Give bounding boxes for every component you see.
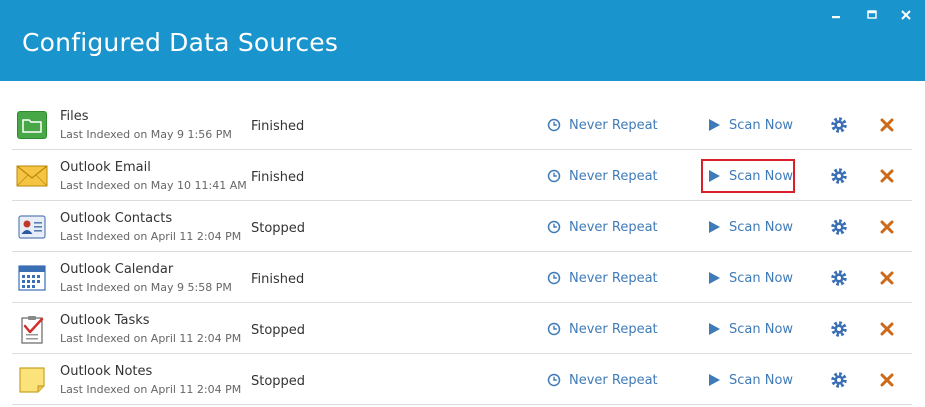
play-icon <box>709 119 720 131</box>
repeat-label: Never Repeat <box>569 117 658 133</box>
clock-icon <box>547 271 561 285</box>
status-text: Stopped <box>251 221 306 236</box>
scan-label: Scan Now <box>729 219 794 235</box>
last-indexed: Last Indexed on April 11 2:04 PM <box>60 383 242 396</box>
repeat-schedule-link[interactable]: Never Repeat <box>547 116 658 134</box>
delete-icon[interactable] <box>879 270 895 286</box>
gear-icon[interactable] <box>829 217 849 237</box>
close-icon[interactable] <box>896 6 916 24</box>
gear-icon[interactable] <box>829 166 849 186</box>
contact-card-icon <box>16 211 48 243</box>
maximize-icon[interactable] <box>862 6 882 24</box>
clock-icon <box>547 169 561 183</box>
table-row: Outlook Email Last Indexed on May 10 11:… <box>12 150 912 201</box>
delete-icon[interactable] <box>879 168 895 184</box>
repeat-schedule-link[interactable]: Never Repeat <box>547 371 658 389</box>
repeat-label: Never Repeat <box>569 219 658 235</box>
gear-icon[interactable] <box>829 370 849 390</box>
scan-now-button[interactable]: Scan Now <box>701 261 795 295</box>
scan-now-button[interactable]: Scan Now <box>701 363 795 397</box>
repeat-label: Never Repeat <box>569 321 658 337</box>
gear-icon[interactable] <box>829 268 849 288</box>
scan-label: Scan Now <box>729 321 794 337</box>
repeat-schedule-link[interactable]: Never Repeat <box>547 320 658 338</box>
repeat-label: Never Repeat <box>569 168 658 184</box>
minimize-icon[interactable] <box>826 6 846 24</box>
play-icon <box>709 374 720 386</box>
clock-icon <box>547 373 561 387</box>
table-row: Files Last Indexed on May 9 1:56 PM Fini… <box>12 99 912 150</box>
sticky-note-icon <box>16 364 48 396</box>
table-row: Outlook Tasks Last Indexed on April 11 2… <box>12 303 912 354</box>
source-name: Outlook Notes <box>60 364 153 379</box>
last-indexed: Last Indexed on May 9 1:56 PM <box>60 128 232 141</box>
status-text: Finished <box>251 119 305 134</box>
table-row: Outlook Contacts Last Indexed on April 1… <box>12 201 912 252</box>
clock-icon <box>547 118 561 132</box>
play-icon <box>709 323 720 335</box>
envelope-icon <box>16 160 48 192</box>
repeat-schedule-link[interactable]: Never Repeat <box>547 269 658 287</box>
data-sources-window: Configured Data Sources Files Last Index… <box>0 0 925 407</box>
scan-now-button[interactable]: Scan Now <box>701 159 795 193</box>
source-name: Outlook Email <box>60 160 151 175</box>
play-icon <box>708 170 720 182</box>
last-indexed: Last Indexed on April 11 2:04 PM <box>60 332 242 345</box>
scan-now-button[interactable]: Scan Now <box>701 312 795 346</box>
last-indexed: Last Indexed on May 10 11:41 AM <box>60 179 247 192</box>
repeat-label: Never Repeat <box>569 270 658 286</box>
gear-icon[interactable] <box>829 115 849 135</box>
status-text: Stopped <box>251 323 306 338</box>
folder-icon <box>16 109 48 141</box>
scan-now-button[interactable]: Scan Now <box>701 108 795 142</box>
scan-label: Scan Now <box>728 168 793 184</box>
clock-icon <box>547 322 561 336</box>
repeat-label: Never Repeat <box>569 372 658 388</box>
source-name: Files <box>60 109 89 124</box>
calendar-icon <box>16 262 48 294</box>
delete-icon[interactable] <box>879 321 895 337</box>
table-row: Outlook Notes Last Indexed on April 11 2… <box>12 354 912 405</box>
repeat-schedule-link[interactable]: Never Repeat <box>547 167 658 185</box>
scan-label: Scan Now <box>729 117 794 133</box>
title-bar: Configured Data Sources <box>0 0 925 81</box>
window-title: Configured Data Sources <box>22 28 339 57</box>
table-row: Outlook Calendar Last Indexed on May 9 5… <box>12 252 912 303</box>
status-text: Stopped <box>251 374 306 389</box>
play-icon <box>709 272 720 284</box>
clock-icon <box>547 220 561 234</box>
source-name: Outlook Calendar <box>60 262 174 277</box>
task-checklist-icon <box>16 313 48 345</box>
repeat-schedule-link[interactable]: Never Repeat <box>547 218 658 236</box>
last-indexed: Last Indexed on May 9 5:58 PM <box>60 281 232 294</box>
status-text: Finished <box>251 272 305 287</box>
source-name: Outlook Tasks <box>60 313 150 328</box>
last-indexed: Last Indexed on April 11 2:04 PM <box>60 230 242 243</box>
scan-now-button[interactable]: Scan Now <box>701 210 795 244</box>
source-name: Outlook Contacts <box>60 211 173 226</box>
delete-icon[interactable] <box>879 219 895 235</box>
scan-label: Scan Now <box>729 372 794 388</box>
play-icon <box>709 221 720 233</box>
delete-icon[interactable] <box>879 372 895 388</box>
delete-icon[interactable] <box>879 117 895 133</box>
scan-label: Scan Now <box>729 270 794 286</box>
status-text: Finished <box>251 170 305 185</box>
gear-icon[interactable] <box>829 319 849 339</box>
